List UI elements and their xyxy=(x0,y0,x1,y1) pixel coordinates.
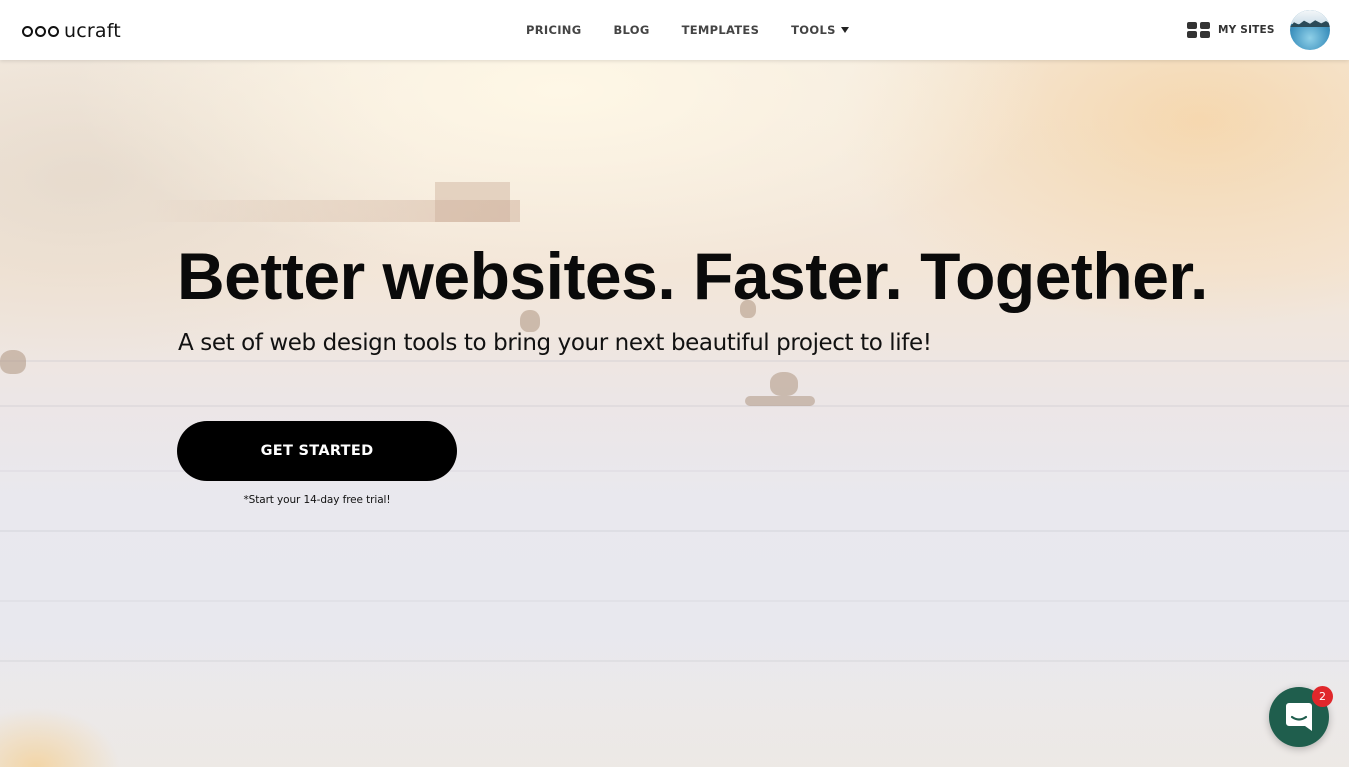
nav-tools[interactable]: TOOLS xyxy=(775,23,865,37)
trial-note: *Start your 14-day free trial! xyxy=(243,494,391,506)
logo-text: ucraft xyxy=(64,20,121,42)
my-sites-button[interactable]: MY SITES xyxy=(1187,22,1275,38)
chat-bubble-icon xyxy=(1286,703,1312,731)
my-sites-label: MY SITES xyxy=(1218,24,1275,36)
nav-tools-label: TOOLS xyxy=(791,23,836,37)
ucraft-logo[interactable]: ucraft xyxy=(22,18,121,44)
caret-down-icon xyxy=(840,27,849,33)
nav-pricing[interactable]: PRICING xyxy=(510,23,597,37)
nav-blog[interactable]: BLOG xyxy=(597,23,665,37)
nav-templates[interactable]: TEMPLATES xyxy=(666,23,776,37)
hero-subheadline: A set of web design tools to bring your … xyxy=(178,330,932,356)
hero-headline: Better websites. Faster. Together. xyxy=(177,239,1208,313)
user-avatar[interactable] xyxy=(1290,10,1330,50)
grid-icon xyxy=(1187,22,1210,38)
main-nav: PRICING BLOG TEMPLATES TOOLS xyxy=(510,0,865,60)
chat-notification-badge: 2 xyxy=(1312,686,1333,707)
logo-dots-icon xyxy=(22,25,61,37)
get-started-button[interactable]: GET STARTED xyxy=(177,421,457,481)
hero-section: Better websites. Faster. Together. A set… xyxy=(0,60,1349,767)
site-header: ucraft PRICING BLOG TEMPLATES TOOLS MY S… xyxy=(0,0,1349,60)
